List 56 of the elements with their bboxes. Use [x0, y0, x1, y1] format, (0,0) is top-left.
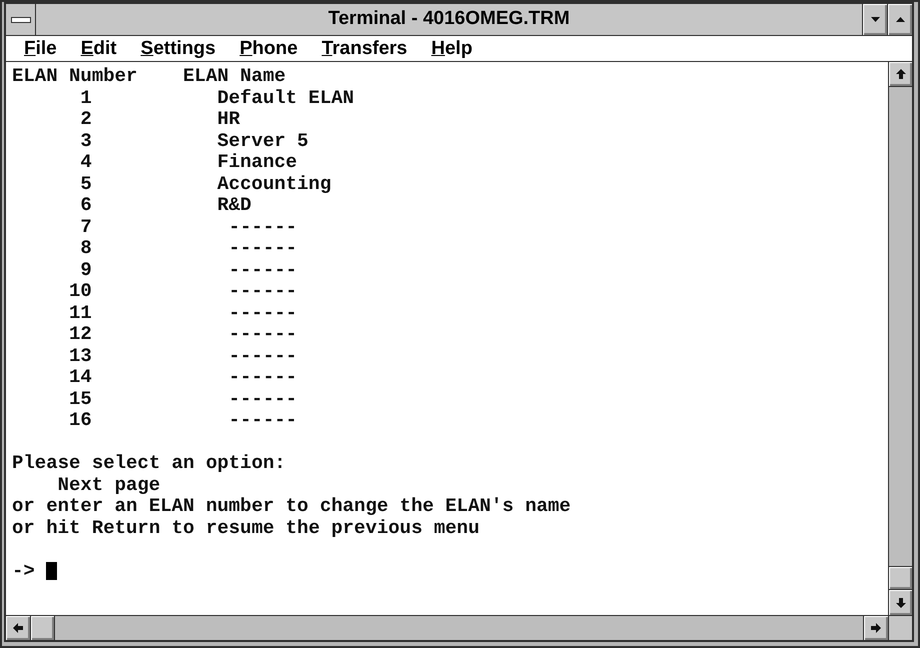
empty-name-dashes: ------	[228, 302, 298, 324]
empty-name-dashes: ------	[228, 216, 298, 238]
elan-number: 15	[69, 388, 92, 410]
window-title: Terminal - 4016OMEG.TRM	[328, 7, 570, 32]
scroll-up-button[interactable]	[889, 62, 912, 87]
elan-number: 6	[80, 195, 92, 216]
elan-name: Accounting	[217, 174, 332, 195]
elan-number: 14	[69, 367, 92, 388]
menu-option: Next page	[58, 474, 160, 496]
arrow-up-icon	[896, 69, 906, 79]
elan-number: 16	[69, 410, 92, 432]
scroll-right-button[interactable]	[863, 616, 888, 640]
arrow-left-icon	[13, 623, 23, 633]
column-header: ELAN Number	[12, 66, 138, 88]
elan-number: 5	[80, 174, 92, 195]
instruction-text: or enter an ELAN number to change the ELAN's name	[12, 496, 571, 518]
elan-number: 10	[69, 281, 92, 302]
empty-name-dashes: ------	[228, 346, 298, 367]
elan-number: 4	[80, 152, 92, 174]
empty-name-dashes: ------	[228, 238, 298, 260]
empty-name-dashes: ------	[228, 388, 298, 410]
arrow-down-icon	[896, 598, 906, 608]
empty-name-dashes: ------	[228, 367, 298, 388]
elan-name: Server 5	[217, 130, 308, 152]
elan-number: 1	[80, 88, 92, 109]
elan-name: Default ELAN	[217, 88, 354, 109]
dash-icon	[10, 16, 30, 22]
text-cursor-icon	[46, 562, 58, 580]
empty-name-dashes: ------	[228, 324, 298, 346]
scroll-thumb[interactable]	[889, 566, 912, 590]
empty-name-dashes: ------	[228, 410, 298, 432]
arrow-right-icon	[871, 623, 881, 633]
scroll-left-button[interactable]	[6, 616, 31, 640]
scroll-thumb[interactable]	[31, 616, 55, 640]
elan-number: 12	[69, 324, 92, 346]
empty-name-dashes: ------	[228, 260, 298, 281]
command-prompt: ->	[12, 560, 35, 582]
elan-number: 9	[80, 260, 92, 281]
elan-number: 13	[69, 346, 92, 367]
elan-number: 7	[80, 216, 92, 238]
elan-name: HR	[217, 109, 240, 130]
minimize-button[interactable]	[862, 4, 887, 35]
column-header: ELAN Name	[183, 66, 286, 88]
elan-number: 3	[80, 130, 92, 152]
elan-name: Finance	[217, 152, 298, 174]
elan-number: 11	[69, 302, 92, 324]
scroll-down-button[interactable]	[889, 590, 912, 615]
elan-number: 8	[80, 238, 92, 260]
maximize-button[interactable]	[887, 4, 912, 35]
triangle-down-icon	[870, 17, 880, 22]
elan-number: 2	[80, 109, 92, 130]
prompt-heading: Please select an option:	[12, 453, 286, 474]
triangle-up-icon	[896, 17, 904, 22]
instruction-text: or hit Return to resume the previous menu	[12, 518, 480, 539]
elan-name: R&D	[217, 195, 252, 216]
empty-name-dashes: ------	[228, 281, 298, 302]
